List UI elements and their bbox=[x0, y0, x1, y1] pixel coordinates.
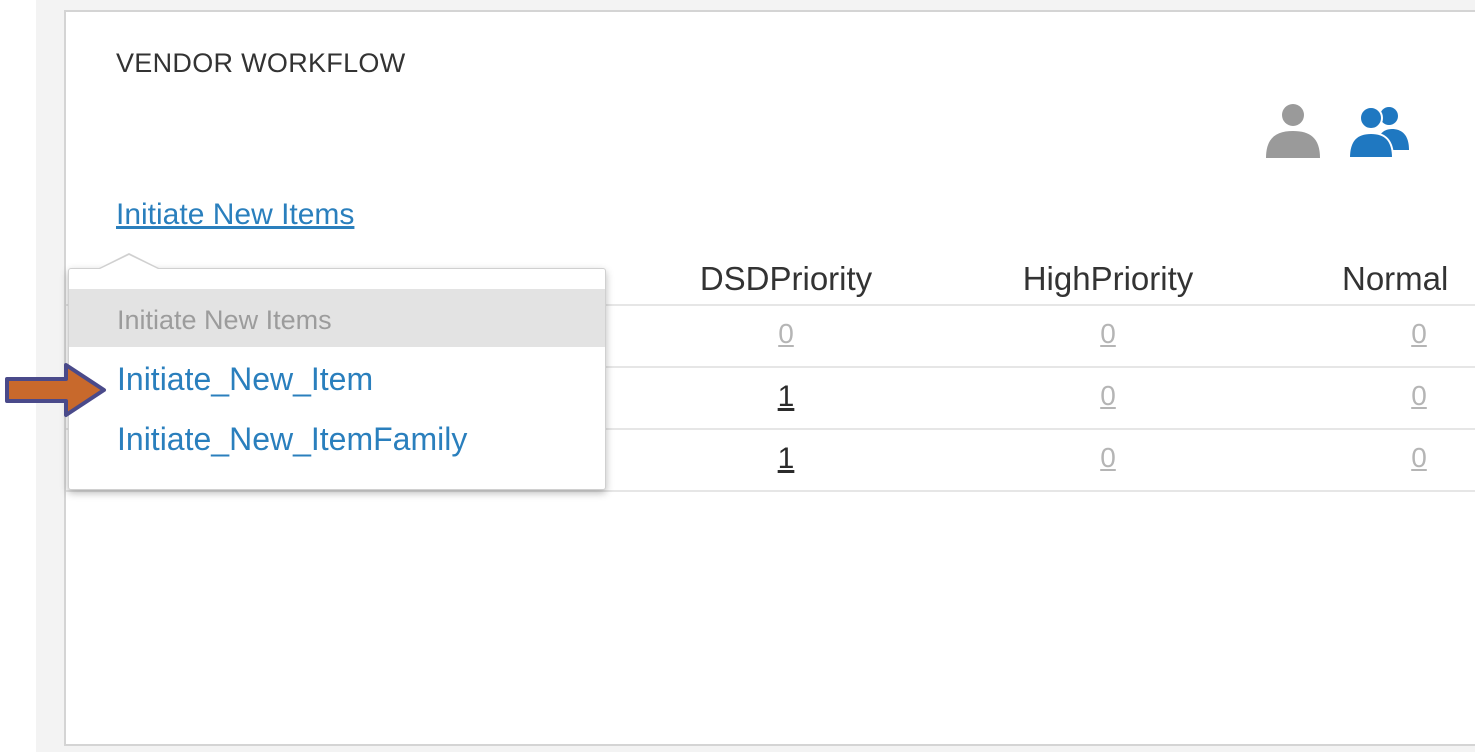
panel-title: VENDOR WORKFLOW bbox=[116, 48, 406, 78]
initiate-new-items-link[interactable]: Initiate New Items bbox=[116, 198, 354, 232]
table-cell-row3-normal[interactable]: 0 bbox=[1411, 442, 1427, 474]
dropdown-header-label: Initiate New Items bbox=[117, 305, 332, 335]
table-cell-row3-highpriority[interactable]: 0 bbox=[1100, 442, 1116, 474]
table-cell-row2-dsdpriority[interactable]: 1 bbox=[778, 380, 795, 414]
initiate-dropdown-menu: Initiate New Items Initiate_New_Item Ini… bbox=[68, 253, 606, 490]
dropdown-caret-fill bbox=[98, 255, 160, 270]
menu-item-initiate-new-itemfamily[interactable]: Initiate_New_ItemFamily bbox=[117, 421, 467, 458]
table-cell-row1-highpriority[interactable]: 0 bbox=[1100, 318, 1116, 350]
menu-item-initiate-new-item[interactable]: Initiate_New_Item bbox=[117, 361, 373, 398]
table-cell-row3-dsdpriority[interactable]: 1 bbox=[778, 442, 795, 476]
column-header-normal[interactable]: Normal bbox=[1342, 260, 1448, 298]
column-header-dsdpriority[interactable]: DSDPriority bbox=[700, 260, 872, 298]
table-cell-row2-normal[interactable]: 0 bbox=[1411, 380, 1427, 412]
table-cell-row2-highpriority[interactable]: 0 bbox=[1100, 380, 1116, 412]
dropdown-header: Initiate New Items bbox=[69, 289, 605, 347]
single-user-icon[interactable] bbox=[1262, 98, 1324, 160]
table-cell-row1-normal[interactable]: 0 bbox=[1411, 318, 1427, 350]
user-group-icon[interactable] bbox=[1348, 98, 1410, 160]
table-cell-row1-dsdpriority[interactable]: 0 bbox=[778, 318, 794, 350]
table-divider bbox=[66, 490, 1475, 492]
column-header-highpriority[interactable]: HighPriority bbox=[1023, 260, 1194, 298]
annotation-arrow-icon bbox=[4, 362, 108, 418]
